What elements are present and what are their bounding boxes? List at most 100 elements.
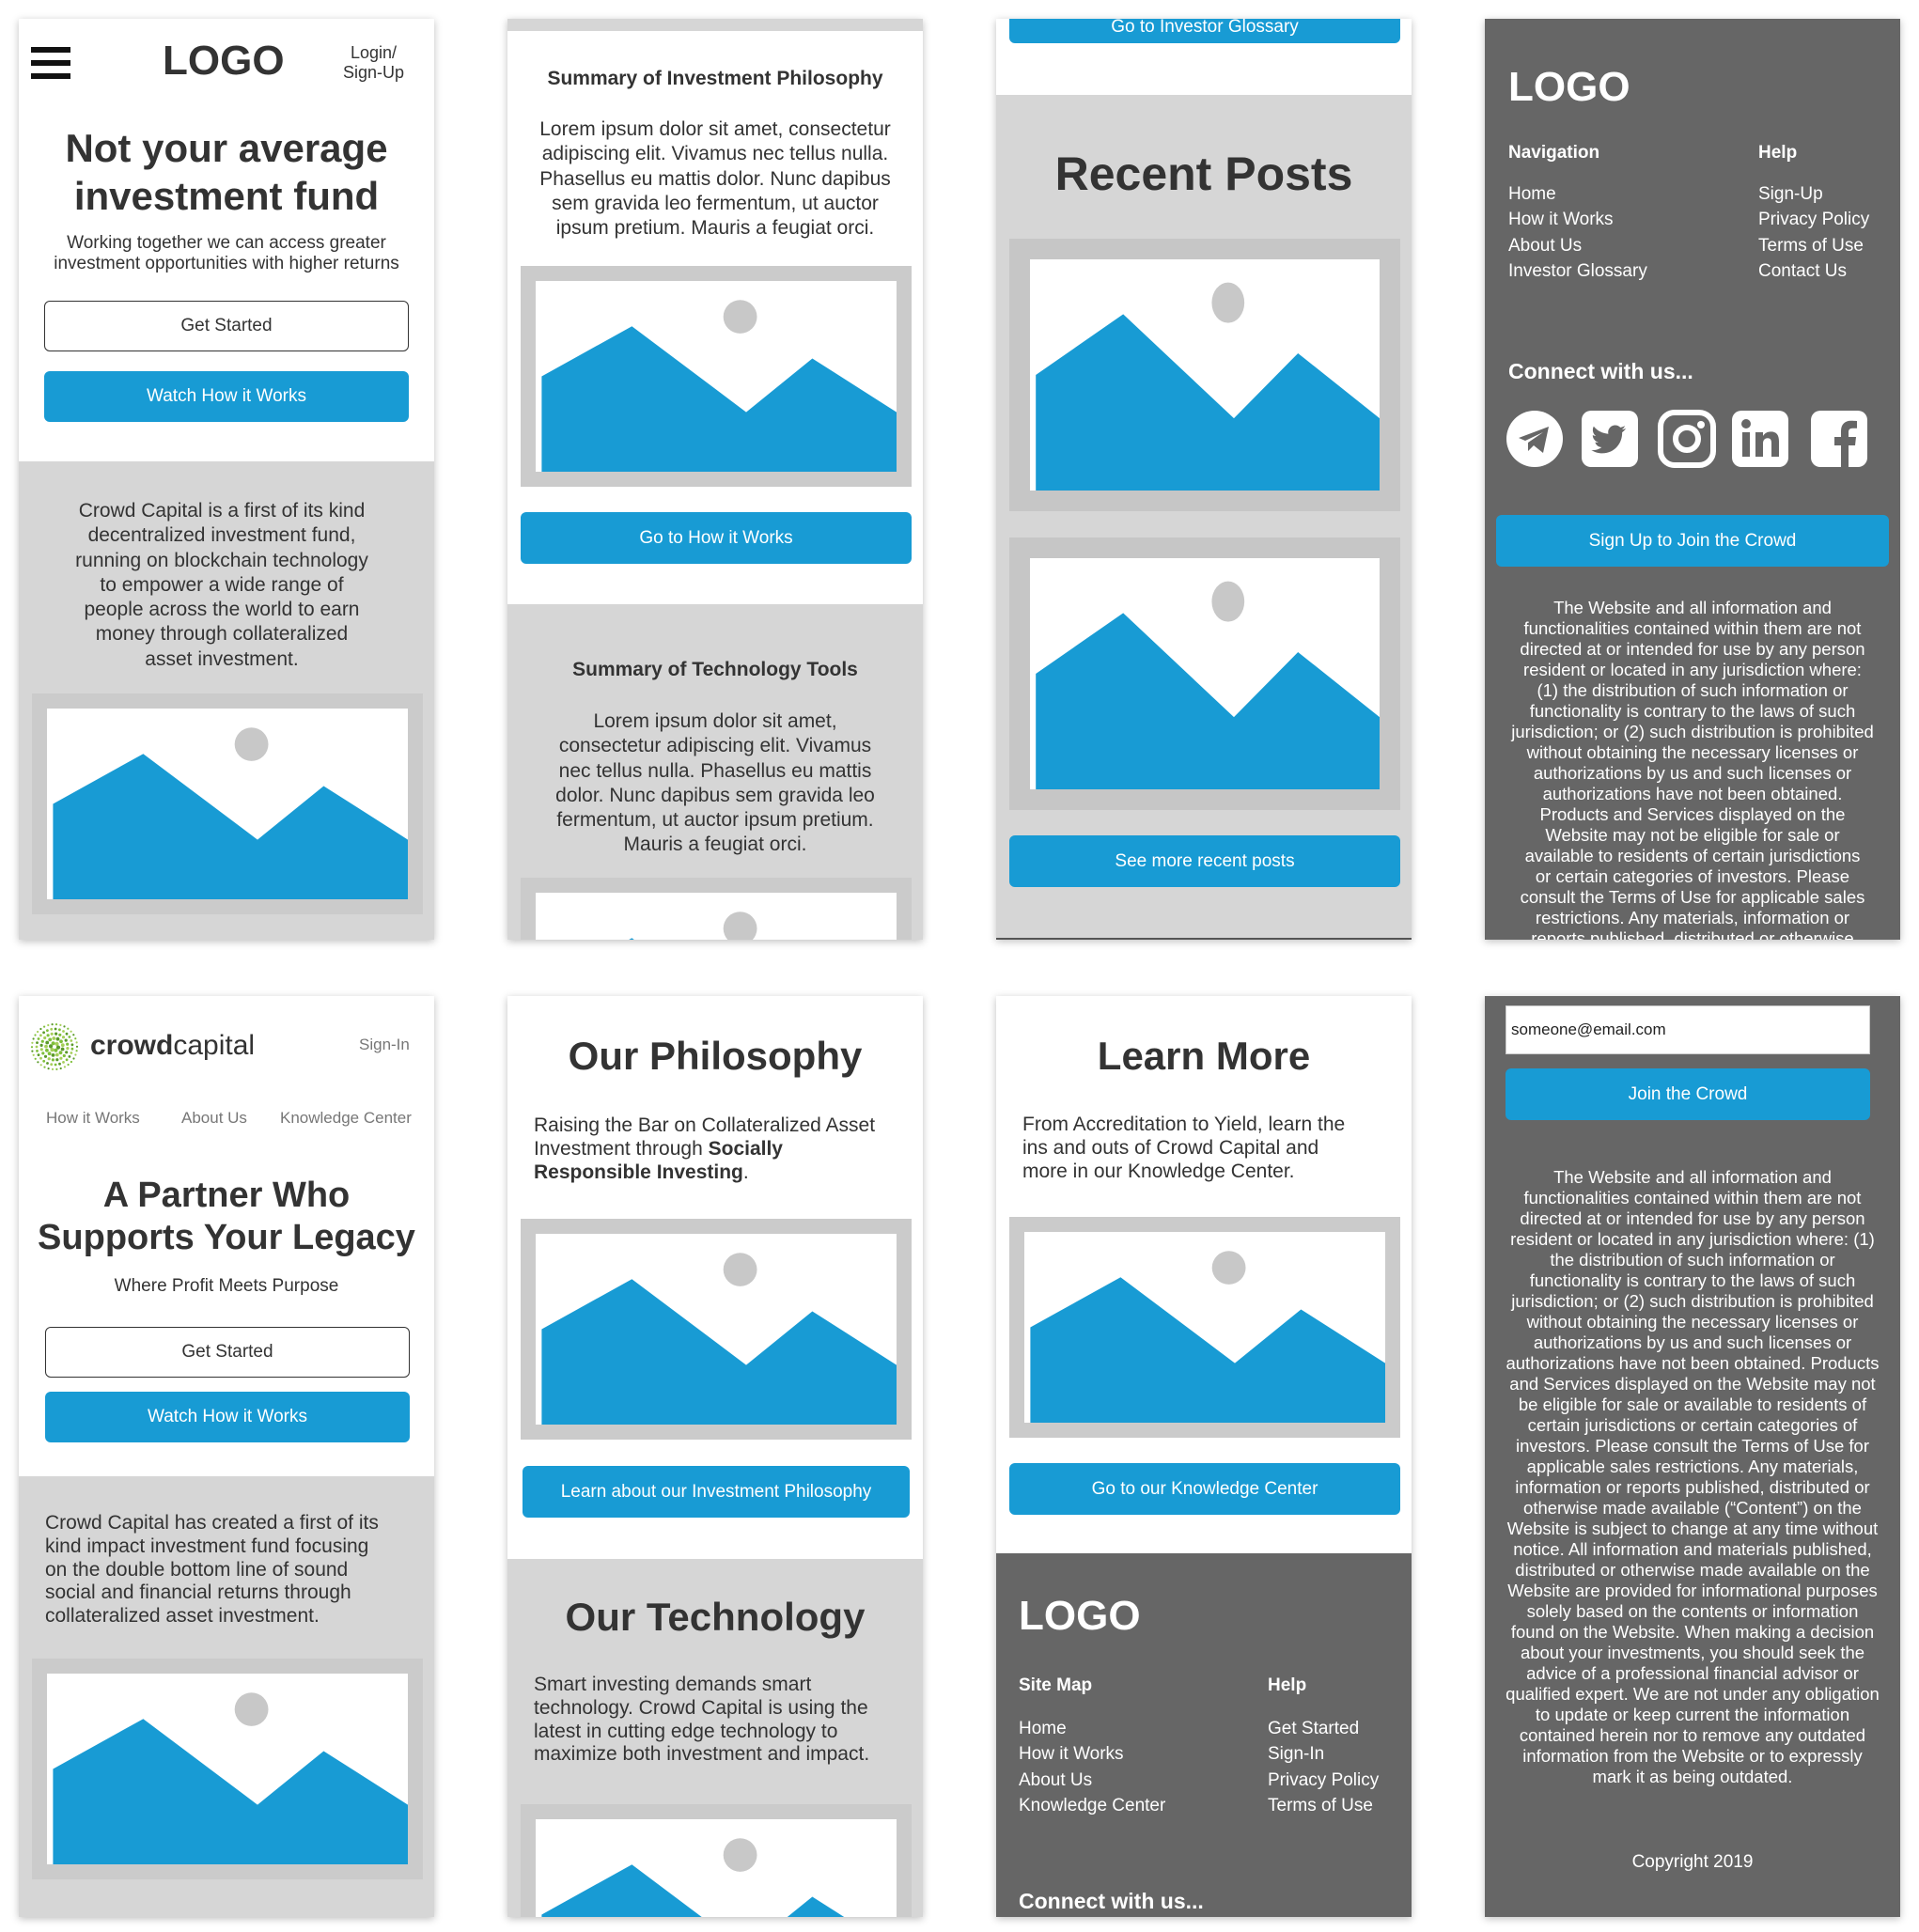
- legal-line: directed at or intended for use by any p…: [1520, 1208, 1865, 1228]
- footer-sitemap-link-knowledge-center[interactable]: Knowledge Center: [1019, 1796, 1165, 1816]
- logo-dot: [39, 1048, 43, 1052]
- footer-help-link-sign-in[interactable]: Sign-In: [1268, 1744, 1324, 1765]
- footer-logo[interactable]: LOGO: [1508, 64, 1630, 111]
- footer-sitemap-link-about-us[interactable]: About Us: [1019, 1770, 1092, 1791]
- logo-dot: [47, 1067, 50, 1070]
- get-started-button[interactable]: Get Started: [44, 301, 409, 351]
- text-line: Crowd Capital has created a first of its: [45, 1512, 379, 1534]
- go-to-investor-glossary-button[interactable]: Go to Investor Glossary: [1009, 19, 1400, 43]
- legal-line: notice. All information and materials pu…: [1513, 1539, 1872, 1559]
- footer-logo[interactable]: LOGO: [1019, 1593, 1141, 1640]
- logo-dot: [60, 1047, 65, 1052]
- brand-name[interactable]: crowdcapital: [90, 1030, 255, 1062]
- legal-line: about your investments, you should seek …: [1520, 1643, 1865, 1662]
- text-line: ipsum pretium. Mauris a feugiat orci.: [555, 217, 875, 240]
- instagram-icon[interactable]: [1658, 410, 1716, 468]
- logo-dot: [72, 1057, 75, 1060]
- sign-up-to-join-button[interactable]: Sign Up to Join the Crowd: [1496, 515, 1889, 567]
- logo-dot: [59, 1023, 62, 1026]
- legal-line: functionality is contrary to the laws of…: [1529, 1270, 1856, 1290]
- logo-dot: [70, 1030, 72, 1033]
- about-text: Crowd Capital is a first of its kind dece…: [19, 499, 425, 672]
- logo-dot: [36, 1050, 39, 1052]
- logo-dot: [75, 1050, 78, 1052]
- legal-line: available to residents of certain jurisd…: [1524, 846, 1861, 865]
- logo-dot: [55, 1041, 59, 1046]
- sign-in-link[interactable]: Sign-In: [359, 1036, 410, 1054]
- logo-dot: [51, 1053, 55, 1057]
- nav-knowledge-center[interactable]: Knowledge Center: [280, 1109, 412, 1128]
- legal-line: Products and Services displayed on the: [1539, 804, 1846, 824]
- footer-help-link-privacy-policy[interactable]: Privacy Policy: [1268, 1770, 1379, 1791]
- footer-nav-link-investor-glossary[interactable]: Investor Glossary: [1508, 261, 1647, 282]
- footer-sitemap-link-how-it-works[interactable]: How it Works: [1019, 1744, 1124, 1765]
- footer-help-link-contact-us[interactable]: Contact Us: [1758, 261, 1847, 282]
- logo-dot: [70, 1047, 74, 1051]
- text-line: running on blockchain technology: [75, 549, 368, 571]
- footer-help-link-terms-of-use[interactable]: Terms of Use: [1758, 236, 1864, 257]
- text-line: maximize both investment and impact.: [534, 1743, 870, 1766]
- legal-line: The Website and all information and: [1553, 598, 1832, 617]
- logo-dot: [68, 1055, 71, 1058]
- go-to-knowledge-center-button[interactable]: Go to our Knowledge Center: [1009, 1463, 1400, 1515]
- learn-about-philosophy-button[interactable]: Learn about our Investment Philosophy: [523, 1466, 910, 1518]
- join-the-crowd-button[interactable]: Join the Crowd: [1506, 1068, 1870, 1120]
- logo-dot: [55, 1036, 60, 1041]
- logo-dot: [64, 1038, 68, 1042]
- legal-line: be eligible for sale or available to res…: [1518, 1394, 1867, 1414]
- logo-dot: [46, 1029, 49, 1032]
- footer-help-link-privacy-policy[interactable]: Privacy Policy: [1758, 210, 1869, 230]
- nav-about-us[interactable]: About Us: [181, 1109, 247, 1128]
- footer-help-link-terms-of-use[interactable]: Terms of Use: [1268, 1796, 1373, 1816]
- learn-more-heading: Learn More: [1097, 1034, 1311, 1078]
- footer-nav-link-how-it-works[interactable]: How it Works: [1508, 210, 1614, 230]
- legal-line: The Website and all information and: [1553, 1167, 1832, 1187]
- text-line: nec tellus nulla. Phasellus eu mattis: [558, 759, 872, 782]
- logo-dot: [50, 1027, 54, 1031]
- facebook-icon[interactable]: [1810, 410, 1868, 468]
- linkedin-icon[interactable]: [1731, 410, 1789, 468]
- text-line: more in our Knowledge Center.: [1022, 1160, 1295, 1182]
- nav-how-it-works[interactable]: How it Works: [46, 1109, 140, 1128]
- footer-help-link-get-started[interactable]: Get Started: [1268, 1719, 1359, 1739]
- hero-heading: Not your average investment fund: [65, 126, 388, 218]
- crowdcapital-logo-icon[interactable]: [30, 1022, 83, 1071]
- image-placeholder-icon: [1009, 1217, 1400, 1438]
- footer-sitemap-link-home[interactable]: Home: [1019, 1719, 1067, 1739]
- hamburger-menu-icon[interactable]: [31, 47, 70, 81]
- text-line: dolor. Nunc dapibus sem gravida leo: [555, 784, 875, 806]
- logo-dot: [47, 1057, 51, 1061]
- watch-how-it-works-button[interactable]: Watch How it Works: [45, 1392, 410, 1442]
- logo-dot: [55, 1045, 61, 1050]
- copyright: Copyright 2019: [1631, 1852, 1754, 1872]
- twitter-icon[interactable]: [1581, 410, 1639, 468]
- legal-line: mark it as being outdated.: [1592, 1767, 1793, 1786]
- logo-dot: [67, 1063, 70, 1067]
- logo-dot: [50, 1048, 55, 1052]
- logo-dot: [63, 1066, 66, 1068]
- logo-dot: [55, 1032, 58, 1036]
- legal-line: otherwise made available (“Content”) on …: [1523, 1498, 1862, 1518]
- go-to-how-it-works-button[interactable]: Go to How it Works: [521, 512, 912, 564]
- login-signup-link[interactable]: Login/ Sign-Up: [343, 43, 404, 83]
- logo[interactable]: LOGO: [163, 38, 285, 85]
- section-title-technology: Summary of Technology Tools: [572, 659, 858, 680]
- legal-line: authorizations by us and such licenses o…: [1533, 1332, 1852, 1352]
- logo-dot: [74, 1053, 77, 1056]
- footer-nav-link-about-us[interactable]: About Us: [1508, 236, 1582, 257]
- legal-line: advice of a professional financial advis…: [1526, 1663, 1859, 1683]
- logo-dot: [66, 1047, 70, 1051]
- telegram-icon[interactable]: [1506, 410, 1564, 468]
- text-line: collateralized asset investment.: [45, 1605, 320, 1628]
- site-map-heading: Site Map: [1019, 1675, 1093, 1695]
- logo-dot: [34, 1034, 37, 1036]
- see-more-recent-posts-button[interactable]: See more recent posts: [1009, 835, 1400, 887]
- footer-nav-link-home[interactable]: Home: [1508, 184, 1556, 205]
- image-placeholder-icon: [521, 266, 912, 487]
- footer-help-link-sign-up[interactable]: Sign-Up: [1758, 184, 1823, 205]
- watch-how-it-works-button[interactable]: Watch How it Works: [44, 371, 409, 422]
- legal-line: investors. Please consult the Terms of U…: [1516, 1436, 1869, 1456]
- email-input[interactable]: someone@email.com: [1506, 1005, 1870, 1054]
- get-started-button[interactable]: Get Started: [45, 1327, 410, 1378]
- text-line: money through collateralized: [95, 623, 349, 646]
